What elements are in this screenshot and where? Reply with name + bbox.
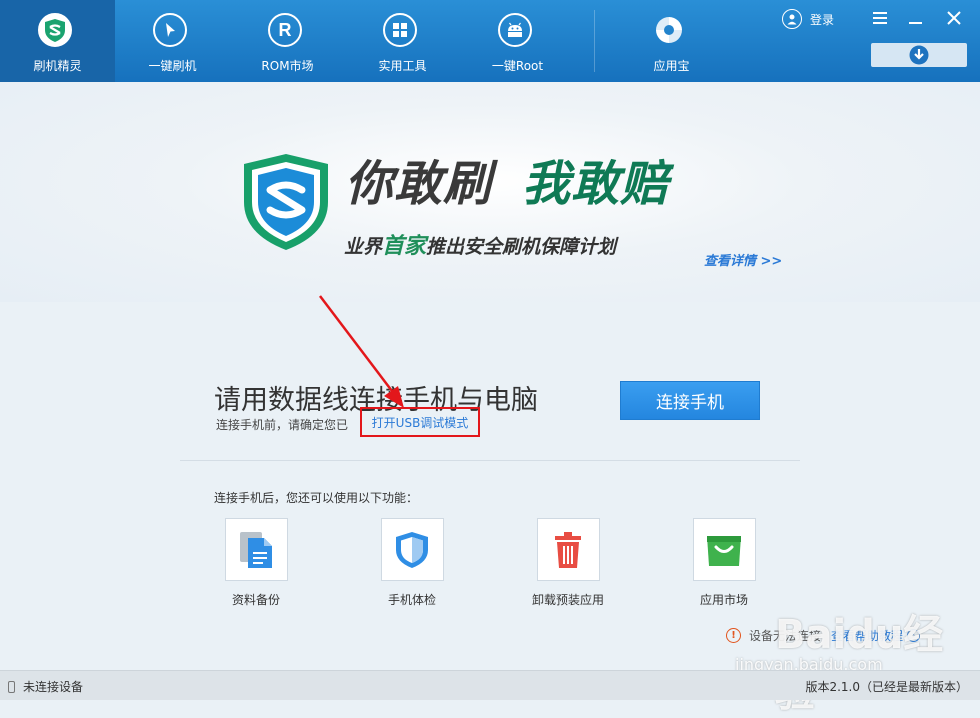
feature-icon-box <box>224 518 288 581</box>
nav-label: 应用宝 <box>653 59 690 73</box>
help-tutorial-link[interactable]: 查看帮助教程 <box>831 627 903 644</box>
baidu-watermark-logo: Baidu经验 <box>775 612 944 716</box>
minimize-button[interactable] <box>904 6 928 30</box>
nav-label: 一键刷机 <box>148 59 197 73</box>
nav-item-one-click-root[interactable]: 一键Root <box>460 0 575 82</box>
feature-uninstall-preinstalled[interactable]: 卸载预装应用 <box>508 518 628 608</box>
connection-help: ! 设备无法连接 查看帮助教程 › <box>726 627 921 644</box>
banner-subline: 业界首家推出安全刷机保障计划 <box>344 228 616 260</box>
minimize-icon <box>909 22 922 24</box>
subline-before: 业界 <box>344 236 383 258</box>
banner-slogan-part1: 你敢刷 <box>345 156 493 212</box>
menu-icon <box>873 12 887 24</box>
feature-icon-box <box>536 518 600 581</box>
login-label: 登录 <box>810 12 835 27</box>
subline-highlight: 首家 <box>382 234 427 259</box>
nav-item-rom-market[interactable]: R ROM市场 <box>230 0 345 82</box>
shield-logo-icon <box>38 13 72 47</box>
feature-icon-box <box>692 518 756 581</box>
device-status-text: 未连接设备 <box>23 680 84 694</box>
feature-label: 手机体检 <box>387 593 436 607</box>
features-title: 连接手机后，您还可以使用以下功能： <box>214 491 419 505</box>
download-manager-button[interactable] <box>871 43 967 67</box>
nav-label: 一键Root <box>491 59 544 73</box>
nav-item-app-store[interactable]: 应用宝 <box>614 0 729 82</box>
device-status: 未连接设备 <box>8 678 83 695</box>
grid-tools-icon <box>383 13 417 47</box>
brand-shield-logo-icon <box>240 152 332 256</box>
phone-icon <box>8 680 15 693</box>
section-divider <box>180 460 800 461</box>
app-store-icon <box>652 13 686 47</box>
subline-after: 推出安全刷机保障计划 <box>426 236 617 258</box>
nav-label: 实用工具 <box>378 59 427 73</box>
warning-icon: ! <box>726 628 741 643</box>
view-details-link[interactable]: 查看详情 >> <box>704 250 782 269</box>
menu-button[interactable] <box>868 6 892 30</box>
trash-icon <box>555 531 581 568</box>
top-navigation-bar: 刷机精灵 一键刷机 R ROM市场 实用工具 一键Root 应用宝 登录 <box>0 0 980 82</box>
document-backup-icon <box>240 531 272 568</box>
feature-icon-box <box>380 518 444 581</box>
download-icon <box>909 45 929 65</box>
nav-label: 刷机精灵 <box>33 59 82 73</box>
android-icon <box>498 13 532 47</box>
cursor-arrow-icon <box>153 13 187 47</box>
nav-item-one-click-flash[interactable]: 一键刷机 <box>115 0 230 82</box>
warning-text: 设备无法连接 <box>749 629 822 643</box>
nav-label: ROM市场 <box>261 59 314 73</box>
nav-divider <box>594 10 595 72</box>
feature-backup[interactable]: 资料备份 <box>196 518 316 608</box>
feature-label: 资料备份 <box>231 593 280 607</box>
close-icon <box>947 11 961 25</box>
feature-label: 卸载预装应用 <box>531 593 604 607</box>
feature-label: 应用市场 <box>699 593 748 607</box>
connect-subtext: 连接手机前，请确定您已 <box>216 418 349 432</box>
version-info: 版本2.1.0（已经是最新版本） <box>805 680 968 694</box>
close-button[interactable] <box>942 6 966 30</box>
shopping-bag-icon <box>707 535 741 566</box>
shield-check-icon <box>396 531 428 568</box>
rom-r-icon: R <box>268 13 302 47</box>
feature-phone-checkup[interactable]: 手机体检 <box>352 518 472 608</box>
user-avatar-icon <box>782 9 802 29</box>
usb-debug-link[interactable]: 打开USB调试模式 <box>360 407 480 437</box>
promo-banner: 你敢刷 我敢赔 业界首家推出安全刷机保障计划 查看详情 >> <box>0 82 980 302</box>
nav-item-flash-wizard[interactable]: 刷机精灵 <box>0 0 115 82</box>
banner-slogan-part2: 我敢赔 <box>522 156 670 212</box>
nav-item-tools[interactable]: 实用工具 <box>345 0 460 82</box>
login-button[interactable]: 登录 <box>782 8 834 30</box>
arrow-right-icon: › <box>907 629 921 642</box>
status-bar: 未连接设备 版本2.1.0（已经是最新版本） <box>0 670 980 700</box>
feature-app-market[interactable]: 应用市场 <box>664 518 784 608</box>
connect-phone-button[interactable]: 连接手机 <box>620 381 760 420</box>
